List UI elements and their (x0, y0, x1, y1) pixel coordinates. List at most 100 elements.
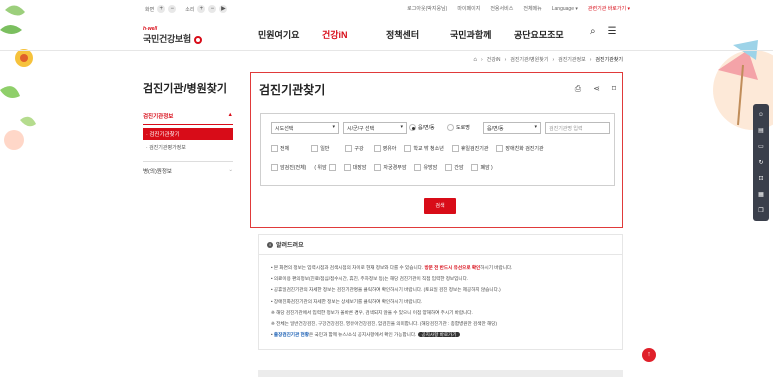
breadcrumb-item[interactable]: 건강iN (487, 56, 501, 63)
mobile-checkup-link[interactable]: 출장검진기관 현황 (274, 332, 309, 337)
radio-road-name[interactable]: 도로명 (447, 124, 470, 131)
mypage-link[interactable]: 마이페이지 (457, 5, 480, 12)
print-icon[interactable]: ⎙ (575, 84, 581, 94)
breadcrumb-item[interactable]: 검진기관/병원찾기 (510, 56, 548, 63)
checkbox-icon (328, 164, 336, 171)
quick-menu: ☺ ▤ ▭ ↻ ⊡ ▦ ❐ (753, 104, 769, 221)
logout-link[interactable]: 로그아웃(박지웅님) (407, 5, 447, 12)
utility-bar: 화면 + − 소리 + − ▶ 로그아웃(박지웅님) 마이페이지 전용서비스 전… (145, 3, 630, 17)
nav-item-minwon[interactable]: 민원여기요 (258, 28, 322, 41)
sidebar-title: 검진기관/병원찾기 (143, 83, 228, 95)
sidebar-menu: 검진기관정보 ▲ · 검진기관찾기 · 검진기관평가정보 병(의)원정보 ⌄ (143, 112, 233, 178)
checkbox-lung[interactable]: 폐암 ) (471, 164, 493, 171)
chevron-down-icon: ▾ (400, 124, 403, 130)
checkbox-icon (451, 145, 459, 152)
checkbox-icon (271, 145, 278, 152)
lock-icon[interactable]: ⊡ (758, 175, 763, 182)
page-title: 검진기관찾기 (259, 83, 326, 97)
site-logo[interactable]: h-well 국민건강보험 (143, 26, 203, 48)
checkbox-all[interactable]: 전체 (271, 145, 289, 152)
home-icon[interactable]: ⌂ (473, 57, 477, 63)
list-item: ※ 전체는 일반건강검진, 구강건강검진, 영유아건강검진, 암검진을 의미합니… (271, 320, 497, 326)
page-tools: ⎙ ⋖ ⌑ (575, 84, 616, 94)
sido-select[interactable]: 시도선택 ▾ (271, 122, 339, 134)
nav-item-policy[interactable]: 정책센터 (386, 28, 450, 41)
search-icon[interactable]: ⌕ (590, 26, 596, 37)
sound-down-button[interactable]: − (208, 5, 217, 13)
checkbox-cancer-all[interactable]: 암검진(전체) (271, 164, 306, 171)
service-link[interactable]: 전용서비스 (490, 5, 513, 12)
checkbox-icon (374, 164, 382, 171)
notice-header: i 알려드려요 (259, 235, 622, 255)
checkbox-icon (471, 164, 479, 171)
header-icons: ⌕ ☰ (590, 26, 617, 37)
nav-item-about[interactable]: 공단요모조모 (514, 28, 578, 41)
chevron-down-icon: ▾ (332, 124, 335, 130)
checkbox-icon (414, 164, 422, 171)
sidebar-item-label: 검진기관정보 (143, 114, 174, 120)
chat-icon[interactable]: ▭ (758, 143, 764, 150)
document-icon[interactable]: ▤ (758, 127, 764, 134)
zoom-in-button[interactable]: + (157, 5, 166, 13)
copy-icon[interactable]: ❐ (758, 207, 763, 214)
radio-icon (447, 124, 454, 131)
menu-icon[interactable]: ☰ (608, 26, 617, 37)
chevron-up-icon: ▲ (227, 112, 233, 118)
search-button[interactable]: 검색 (424, 198, 456, 214)
nav-item-health-in[interactable]: 건강iN (322, 28, 386, 41)
bookmark-icon[interactable]: ⌑ (612, 84, 616, 94)
checkbox-icon (311, 145, 319, 152)
checkbox-cervical[interactable]: 자궁경부암 (374, 164, 406, 171)
user-icon[interactable]: ☺ (758, 112, 764, 118)
search-form: 시도선택 ▾ 시/군/구 선택 ▾ 읍/면/동 도로명 읍/면/동 ▾ 검진기관명 입… (260, 113, 615, 186)
sidebar-subitem-label: 검진기관찾기 (149, 132, 180, 138)
list-item: • 의료이용 편의정보(진료/점심/접수시간, 휴진, 주차정보 등)는 해당 … (271, 276, 469, 282)
related-site-link[interactable]: 관련기관 바로가기 ▾ (588, 5, 630, 12)
all-menu-link[interactable]: 전체메뉴 (523, 5, 541, 12)
calendar-icon[interactable]: ▦ (758, 191, 764, 198)
sidebar-subitem-checkup-search[interactable]: · 검진기관찾기 (143, 128, 233, 140)
zoom-out-button[interactable]: − (168, 5, 177, 13)
eupmyeondong-select[interactable]: 읍/면/동 ▾ (483, 122, 541, 134)
language-select[interactable]: Language ▾ (552, 6, 578, 12)
refresh-icon[interactable]: ↻ (758, 159, 763, 166)
notice-shortcut-button[interactable]: 공지사항 바로가기 (418, 332, 460, 338)
radio-icon (409, 124, 416, 131)
sidebar-subitem-label: 검진기관평가정보 (149, 145, 186, 151)
breadcrumb-item[interactable]: 검진기관정보 (558, 56, 586, 63)
nav-item-together[interactable]: 국민과함께 (450, 28, 514, 41)
sigungu-select[interactable]: 시/군/구 선택 ▾ (343, 122, 407, 134)
breadcrumb-current: 검진기관찾기 (595, 57, 623, 63)
checkbox-general[interactable]: 일반 (311, 145, 329, 152)
checkbox-colon[interactable]: 대장암 (343, 164, 366, 171)
checkbox-icon (271, 164, 278, 171)
list-item: ※ 해당 검진기관에서 입력한 정보가 올바른 경우, 검색되지 않을 수 있으… (271, 309, 473, 315)
list-item: • 본 화면의 정보는 입력시점과 검색시점의 차이로 현재 정보와 다를 수 … (271, 265, 513, 270)
checkbox-holiday[interactable]: 휴일검진기관 (451, 145, 488, 152)
radio-eupmyeondong[interactable]: 읍/면/동 (409, 124, 435, 131)
scroll-top-button[interactable]: ↑ (642, 348, 656, 362)
utility-links: 로그아웃(박지웅님) 마이페이지 전용서비스 전체메뉴 Language ▾ 관… (407, 5, 630, 13)
sidebar-item-hospital-info[interactable]: 병(의)원정보 ⌄ (143, 161, 233, 178)
sidebar-item-checkup-info[interactable]: 검진기관정보 ▲ (143, 112, 233, 125)
institution-name-input[interactable]: 검진기관명 입력 (545, 122, 610, 134)
chevron-down-icon: ⌄ (228, 167, 233, 173)
checkbox-icon (343, 164, 351, 171)
share-icon[interactable]: ⋖ (593, 84, 600, 94)
sound-label: 소리 (185, 6, 195, 13)
sound-play-button[interactable]: ▶ (219, 5, 228, 13)
sound-up-button[interactable]: + (197, 5, 206, 13)
checkbox-infant[interactable]: 영유아 (373, 145, 396, 152)
info-icon: i (267, 241, 273, 248)
checkbox-youth[interactable]: 학교 밖 청소년 (404, 145, 444, 152)
checkbox-stomach[interactable] (328, 164, 336, 171)
checkbox-disability-friendly[interactable]: 장애친화 검진기관 (496, 145, 544, 152)
cancer-stomach-label: ( 위암 (314, 165, 327, 171)
checkbox-oral[interactable]: 구강 (345, 145, 364, 152)
checkbox-liver[interactable]: 간암 (445, 164, 463, 171)
checkbox-breast[interactable]: 유방암 (414, 164, 437, 171)
chevron-down-icon: ▾ (534, 124, 537, 130)
logo-mark-icon (194, 36, 202, 44)
main-navigation: 민원여기요 건강iN 정책센터 국민과함께 공단요모조모 (258, 28, 578, 41)
sidebar-subitem-evaluation[interactable]: · 검진기관평가정보 (143, 140, 233, 155)
